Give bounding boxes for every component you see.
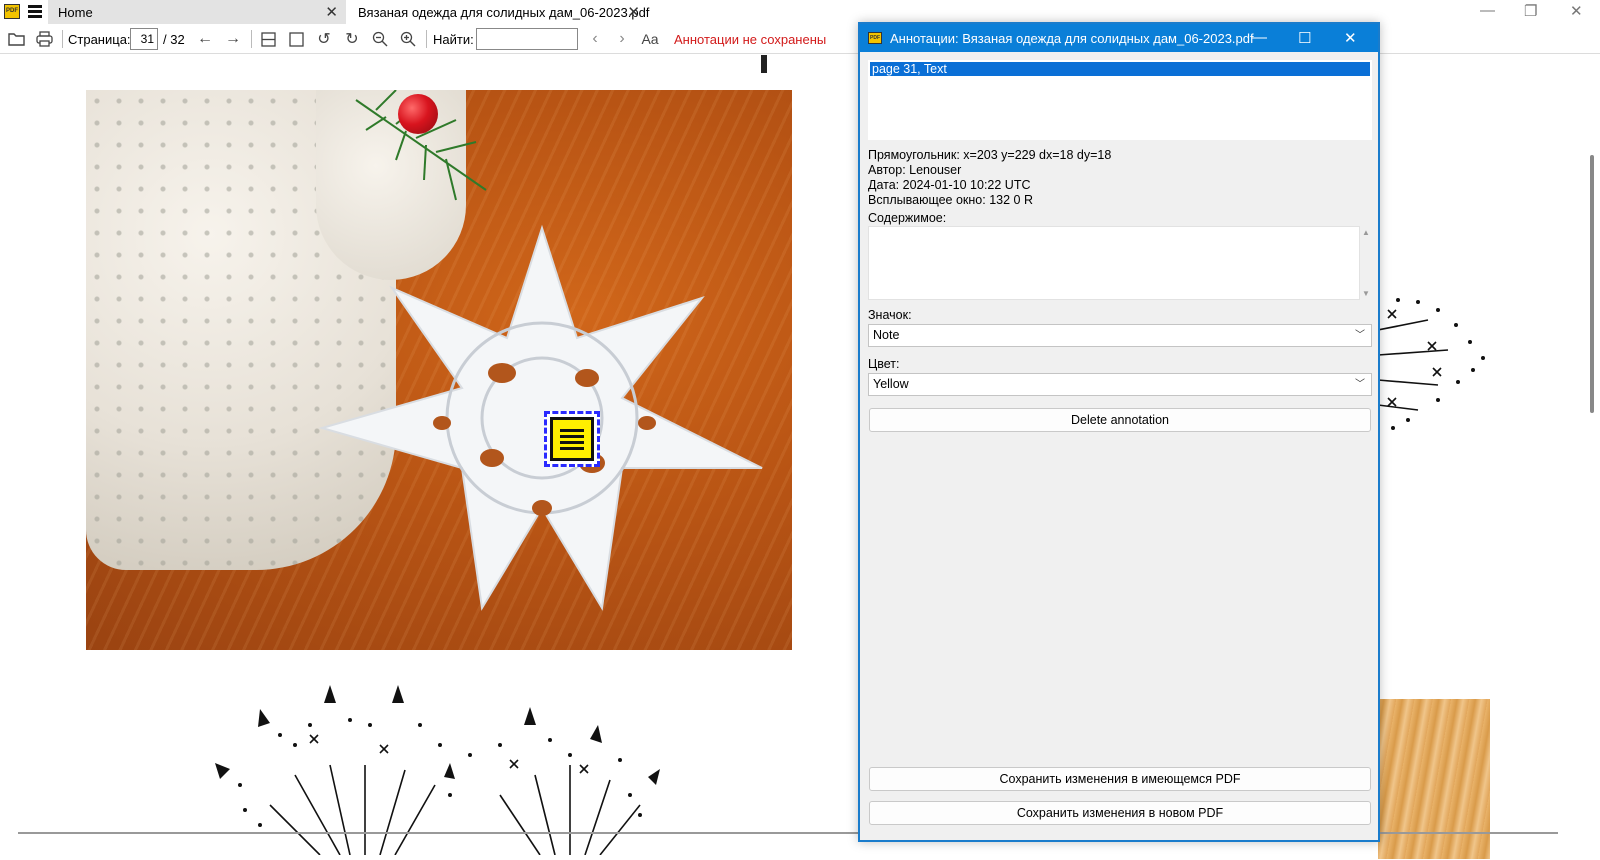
delete-annotation-button[interactable]: Delete annotation bbox=[869, 408, 1371, 432]
fit-page-icon[interactable] bbox=[286, 29, 306, 49]
note-annotation-icon[interactable] bbox=[544, 411, 600, 467]
app-logo-icon: PDF bbox=[4, 4, 20, 19]
tab-label: Вязаная одежда для солидных дам_06-2023.… bbox=[358, 4, 650, 20]
printer-icon[interactable] bbox=[34, 29, 54, 49]
maximize-icon[interactable]: ☐ bbox=[1298, 29, 1311, 47]
dialog-title: Аннотации: Вязаная одежда для солидных д… bbox=[890, 31, 1254, 46]
color-select-value: Yellow bbox=[873, 377, 909, 391]
tab-document[interactable]: Вязаная одежда для солидных дам_06-2023.… bbox=[350, 0, 650, 24]
scroll-down-icon[interactable]: ▼ bbox=[1362, 289, 1370, 298]
crochet-diagram bbox=[1378, 298, 1485, 430]
close-icon[interactable]: ✕ bbox=[325, 3, 338, 21]
icon-select[interactable]: Note ﹀ bbox=[868, 324, 1372, 347]
minimize-icon[interactable]: — bbox=[1252, 29, 1267, 46]
page-mark bbox=[761, 55, 767, 73]
annotation-rect: Прямоугольник: x=203 y=229 dx=18 dy=18 bbox=[868, 148, 1112, 162]
page-number-input[interactable] bbox=[130, 28, 158, 50]
annotation-info: Прямоугольник: x=203 y=229 dx=18 dy=18 А… bbox=[868, 148, 1111, 208]
icon-label: Значок: bbox=[868, 308, 912, 322]
annotation-author: Автор: Lenouser bbox=[868, 163, 962, 177]
unsaved-status: Аннотации не сохранены bbox=[674, 32, 827, 47]
close-icon[interactable]: ✕ bbox=[1344, 29, 1357, 47]
color-label: Цвет: bbox=[868, 357, 900, 371]
fit-width-icon[interactable] bbox=[258, 29, 278, 49]
snowflake-image bbox=[318, 224, 763, 611]
find-input[interactable] bbox=[476, 28, 578, 50]
arrow-left-icon[interactable]: ← bbox=[195, 29, 215, 49]
page-label: Страница: bbox=[68, 32, 131, 47]
annotation-popup: Всплывающее окно: 132 0 R bbox=[868, 193, 1033, 207]
chevron-down-icon: ﹀ bbox=[1355, 330, 1365, 341]
annotation-date: Дата: 2024-01-10 10:22 UTC bbox=[868, 178, 1031, 192]
save-existing-pdf-button[interactable]: Сохранить изменения в имеющемся PDF bbox=[869, 767, 1371, 791]
list-item[interactable]: page 31, Text bbox=[870, 62, 1370, 76]
zoom-in-icon[interactable] bbox=[398, 29, 418, 49]
chevron-right-icon[interactable]: › bbox=[612, 29, 632, 49]
icon-select-value: Note bbox=[873, 328, 900, 342]
close-window-icon[interactable]: ✕ bbox=[1570, 2, 1583, 20]
content-label: Содержимое: bbox=[868, 211, 947, 225]
page-photo bbox=[86, 90, 792, 650]
tab-home[interactable]: Home ✕ bbox=[48, 0, 346, 24]
annotation-list[interactable]: page 31, Text bbox=[868, 60, 1372, 140]
toolbar-divider bbox=[62, 30, 63, 48]
chevron-down-icon: ﹀ bbox=[1355, 379, 1365, 390]
minimize-icon[interactable]: — bbox=[1480, 2, 1495, 19]
tab-label: Home bbox=[58, 4, 93, 20]
dialog-title-bar[interactable]: PDF Аннотации: Вязаная одежда для солидн… bbox=[860, 24, 1378, 52]
total-pages: / 32 bbox=[163, 32, 185, 47]
tab-bar: PDF Home ✕ Вязаная одежда для солидных д… bbox=[0, 0, 1600, 24]
toolbar-divider bbox=[426, 30, 427, 48]
folder-icon[interactable] bbox=[6, 29, 26, 49]
zoom-out-icon[interactable] bbox=[370, 29, 390, 49]
chevron-left-icon[interactable]: ‹ bbox=[585, 29, 605, 49]
berry-decoration bbox=[398, 94, 438, 134]
vertical-scrollbar[interactable] bbox=[1590, 155, 1594, 413]
annotations-dialog: PDF Аннотации: Вязаная одежда для солидн… bbox=[858, 22, 1380, 842]
find-label: Найти: bbox=[433, 32, 474, 47]
rotate-right-icon[interactable]: ↻ bbox=[342, 29, 362, 49]
rotate-left-icon[interactable]: ↺ bbox=[314, 29, 334, 49]
toolbar-divider bbox=[251, 30, 252, 48]
save-new-pdf-button[interactable]: Сохранить изменения в новом PDF bbox=[869, 801, 1371, 825]
match-case-icon[interactable]: Aa bbox=[640, 29, 660, 49]
app-logo-icon: PDF bbox=[868, 32, 882, 44]
arrow-right-icon[interactable]: → bbox=[223, 29, 243, 49]
content-textarea[interactable] bbox=[868, 226, 1360, 300]
scroll-up-icon[interactable]: ▲ bbox=[1362, 228, 1370, 237]
content-scrollbar[interactable]: ▲ ▼ bbox=[1360, 226, 1372, 300]
color-select[interactable]: Yellow ﹀ bbox=[868, 373, 1372, 396]
close-icon[interactable]: ✕ bbox=[627, 3, 640, 21]
crochet-diagram bbox=[215, 685, 660, 855]
menu-icon[interactable] bbox=[28, 5, 42, 18]
page-photo-fragment bbox=[1378, 699, 1490, 859]
restore-icon[interactable]: ❐ bbox=[1524, 2, 1537, 20]
